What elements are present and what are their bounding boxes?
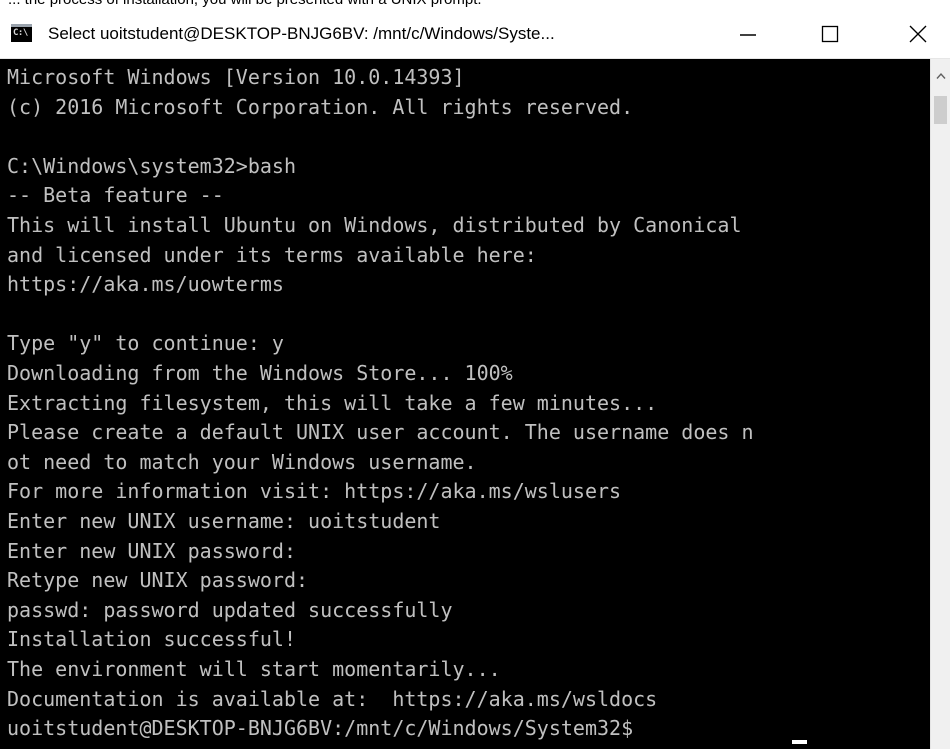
terminal-line: -- Beta feature -- <box>7 183 224 207</box>
text-cursor <box>792 740 807 744</box>
maximize-icon <box>821 25 839 43</box>
terminal-line: Documentation is available at: https://a… <box>7 687 658 711</box>
terminal-line: ot need to match your Windows username. <box>7 450 477 474</box>
scrollbar-thumb[interactable] <box>934 96 947 124</box>
title-bar[interactable]: C:\ Select uoitstudent@DESKTOP-BNJG6BV: … <box>0 10 950 59</box>
console-window: C:\ Select uoitstudent@DESKTOP-BNJG6BV: … <box>0 10 950 749</box>
maximize-button[interactable] <box>800 10 860 58</box>
terminal-line: Microsoft Windows [Version 10.0.14393] <box>7 65 465 89</box>
screenshot-page: ... the process of installation, you wil… <box>0 0 950 749</box>
window-title: Select uoitstudent@DESKTOP-BNJG6BV: /mnt… <box>48 24 555 43</box>
terminal-line: and licensed under its terms available h… <box>7 243 537 267</box>
terminal-line: Retype new UNIX password: <box>7 568 309 592</box>
terminal-line: Type "y" to continue: y <box>7 331 284 355</box>
terminal-line: Enter new UNIX password: <box>7 539 296 563</box>
terminal-prompt-line: uoitstudent@DESKTOP-BNJG6BV:/mnt/c/Windo… <box>7 716 646 740</box>
terminal-line: Downloading from the Windows Store... 10… <box>7 361 513 385</box>
minimize-icon <box>740 34 756 36</box>
terminal-line: passwd: password updated successfully <box>7 598 453 622</box>
terminal-line: (c) 2016 Microsoft Corporation. All righ… <box>7 95 634 119</box>
vertical-scrollbar[interactable] <box>930 59 950 749</box>
terminal-line: Installation successful! <box>7 627 296 651</box>
scroll-up-button[interactable] <box>931 59 950 93</box>
close-icon <box>909 25 927 43</box>
terminal-line: Enter new UNIX username: uoitstudent <box>7 509 441 533</box>
terminal-line: Please create a default UNIX user accoun… <box>7 420 754 444</box>
terminal-line: The environment will start momentarily..… <box>7 657 501 681</box>
terminal-line: This will install Ubuntu on Windows, dis… <box>7 213 742 237</box>
terminal-line: https://aka.ms/uowterms <box>7 272 284 296</box>
terminal-line: C:\Windows\system32>bash <box>7 154 296 178</box>
terminal-line: Extracting filesystem, this will take a … <box>7 391 658 415</box>
minimize-button[interactable] <box>718 10 778 58</box>
terminal-line: For more information visit: https://aka.… <box>7 479 622 503</box>
document-caption-text: ... the process of installation, you wil… <box>8 0 482 8</box>
console-app-icon-label: C:\ <box>13 28 28 38</box>
scroll-up-arrow-icon <box>936 72 946 79</box>
terminal-output[interactable]: Microsoft Windows [Version 10.0.14393] (… <box>0 59 930 749</box>
document-caption-strip: ... the process of installation, you wil… <box>0 0 950 10</box>
close-button[interactable] <box>888 10 948 58</box>
console-app-icon[interactable]: C:\ <box>11 24 32 42</box>
